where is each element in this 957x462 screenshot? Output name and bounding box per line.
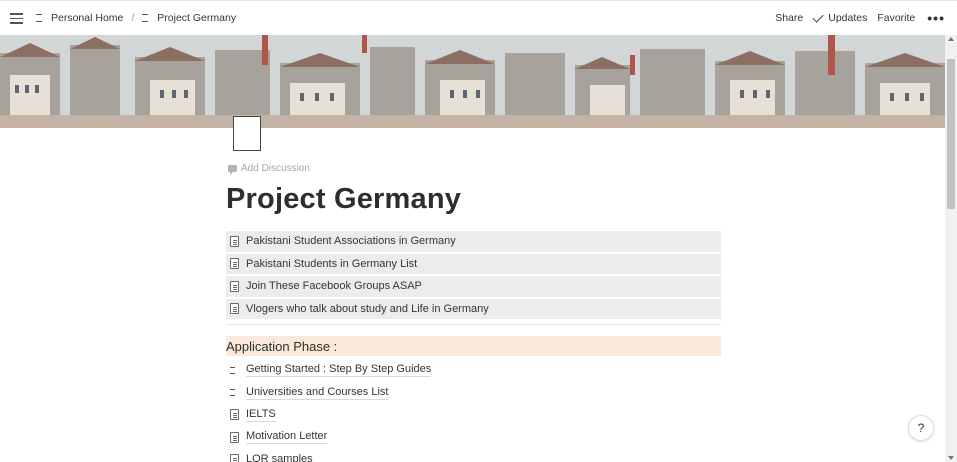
page-icon [230,366,235,374]
list-item-label: Universities and Courses List [246,385,389,400]
breadcrumb-separator: / [131,12,135,24]
add-discussion-label: Add Discussion [241,163,310,174]
list-item[interactable]: LOR samples [226,449,721,462]
page-icon [142,14,149,22]
list-item[interactable]: Getting Started : Step By Step Guides [226,359,721,381]
linked-page-label: Vlogers who talk about study and Life in… [246,302,489,315]
updates-label: Updates [828,12,868,24]
linked-page-row[interactable]: Pakistani Students in Germany List [226,253,721,274]
page-icon-placeholder[interactable] [233,116,261,151]
list-item[interactable]: IELTS [226,404,721,426]
help-button[interactable]: ? [908,415,934,441]
cover-image [0,35,945,128]
list-item-label: Motivation Letter [246,430,328,445]
document-icon [230,409,239,421]
page-icon [230,389,235,397]
application-phase-list: Getting Started : Step By Step Guides Un… [226,359,721,462]
scroll-down-arrow-icon[interactable] [948,456,954,460]
page-icon [36,14,42,22]
breadcrumb-label: Project Germany [157,12,237,24]
scrollbar-thumb[interactable] [947,59,955,209]
top-actions: Share Updates Favorite ••• [765,10,945,25]
comment-icon [228,165,237,175]
favorite-button[interactable]: Favorite [877,12,915,24]
updates-button[interactable]: Updates [812,10,868,24]
breadcrumb-project-germany[interactable]: Project Germany [142,12,236,24]
top-bar: Personal Home / Project Germany Share Up… [0,0,957,35]
checkmark-icon [812,10,824,23]
list-item-label: LOR samples [246,453,313,462]
linked-page-row[interactable]: Join These Facebook Groups ASAP [226,276,721,297]
scroll-up-arrow-icon[interactable] [948,37,954,41]
linked-page-label: Pakistani Students in Germany List [246,257,418,270]
linked-page-row[interactable]: Pakistani Student Associations in German… [226,231,721,252]
breadcrumb: Personal Home / Project Germany [36,12,236,24]
page-title: Project Germany [226,183,462,215]
vertical-scrollbar[interactable] [945,35,957,462]
linked-page-label: Join These Facebook Groups ASAP [246,280,422,293]
document-icon [230,258,239,270]
document-icon [230,454,239,462]
hamburger-menu-icon[interactable] [10,13,23,24]
linked-pages-list: Pakistani Student Associations in German… [226,231,721,321]
document-icon [230,280,239,292]
section-heading: Application Phase : [226,336,721,356]
document-icon [230,431,239,443]
list-item-label: IELTS [246,407,276,422]
breadcrumb-personal-home[interactable]: Personal Home [36,12,123,24]
breadcrumb-label: Personal Home [51,12,124,24]
document-icon [230,235,239,247]
list-item[interactable]: Universities and Courses List [226,381,721,403]
share-button[interactable]: Share [775,12,803,24]
divider [226,324,721,325]
linked-page-label: Pakistani Student Associations in German… [246,235,456,248]
list-item[interactable]: Motivation Letter [226,426,721,448]
document-icon [230,303,239,315]
list-item-label: Getting Started : Step By Step Guides [246,363,432,378]
more-options-icon[interactable]: ••• [927,11,945,25]
linked-page-row[interactable]: Vlogers who talk about study and Life in… [226,298,721,319]
add-discussion-button[interactable]: Add Discussion [228,163,310,175]
cover-painting [0,35,945,128]
